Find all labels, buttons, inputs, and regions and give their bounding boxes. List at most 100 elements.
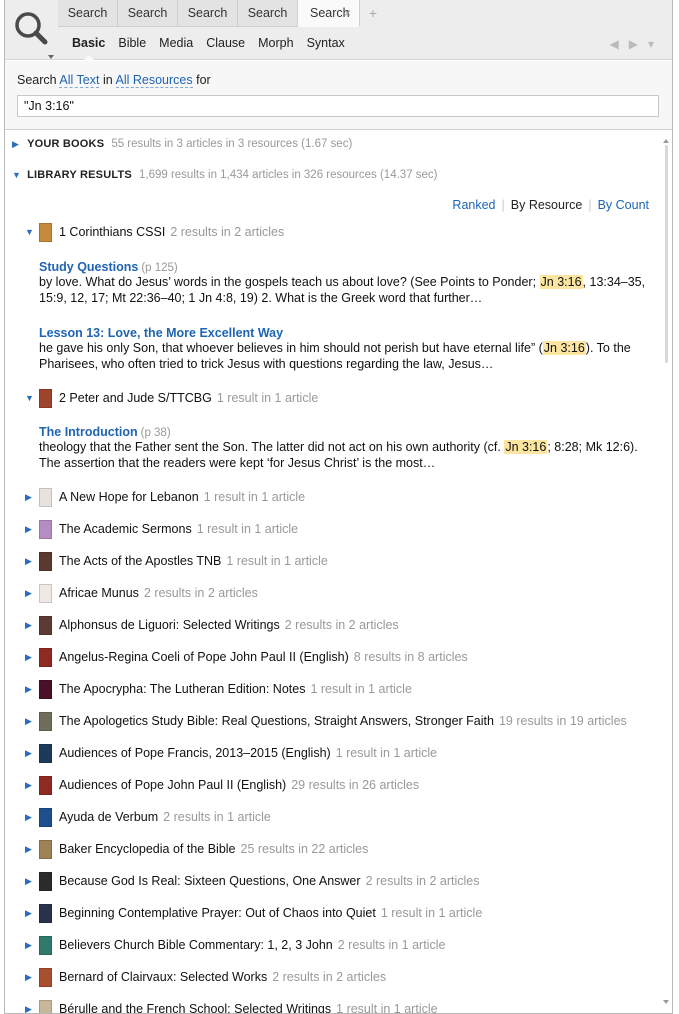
tab-search-1[interactable]: Search [58,0,118,27]
resource-title[interactable]: Believers Church Bible Commentary: 1, 2,… [59,938,333,952]
collapse-arrow-icon[interactable]: ▼ [25,393,39,403]
expand-arrow-icon[interactable]: ▶ [25,812,39,823]
expand-arrow-icon[interactable]: ▶ [25,844,39,855]
resource-row[interactable]: ▶ Alphonsus de Liguori: Selected Writings… [25,614,399,636]
resource-row[interactable]: ▶ Baker Encyclopedia of the Bible 25 resul… [25,838,368,860]
snippet: by love. What do Jesus’ words in the gos… [39,275,651,306]
resource-title[interactable]: The Academic Sermons [59,522,192,536]
chevron-down-icon[interactable]: ▾ [648,37,654,51]
vertical-scrollbar[interactable] [661,131,672,1013]
text-scope-dropdown[interactable]: All Text [59,73,100,88]
search-hit-highlight[interactable]: Jn 3:16 [539,275,583,289]
page-ref: (p 125) [141,262,178,274]
collapse-arrow-icon[interactable]: ▼ [12,170,24,180]
expand-arrow-icon[interactable]: ▶ [25,1004,39,1014]
sort-by-resource[interactable]: By Resource [511,198,583,212]
expand-arrow-icon[interactable]: ▶ [25,716,39,727]
resource-title[interactable]: Audiences of Pope John Paul II (English) [59,778,286,792]
resource-row[interactable]: ▶ Ayuda de Verbum 2 results in 1 article [25,806,271,828]
resource-row[interactable]: ▼ 2 Peter and Jude S/TTCBG 1 result in 1… [25,387,318,409]
expand-arrow-icon[interactable]: ▶ [25,684,39,695]
expand-arrow-icon[interactable]: ▶ [25,588,39,599]
search-hit-highlight[interactable]: Jn 3:16 [504,440,548,454]
expand-arrow-icon[interactable]: ▶ [25,620,39,631]
search-type-basic[interactable]: Basic [72,36,105,60]
tab-search-2[interactable]: Search [118,0,178,27]
resource-row[interactable]: ▶ Bernard of Clairvaux: Selected Works 2 r… [25,966,386,988]
article-title-link[interactable]: Lesson 13: Love, the More Excellent Way [39,326,283,340]
new-tab-button[interactable]: + [360,0,386,27]
article-title-link[interactable]: Study Questions [39,260,138,274]
search-input[interactable]: "Jn 3:16" [17,95,659,117]
back-arrow-icon[interactable]: ◀ [610,37,619,51]
tab-search-4[interactable]: Search [238,0,298,27]
article-title-link[interactable]: The Introduction [39,425,138,439]
resource-title[interactable]: Ayuda de Verbum [59,810,158,824]
resource-row[interactable]: ▶ Bérulle and the French School: Selected… [25,998,438,1014]
expand-arrow-icon[interactable]: ▶ [25,940,39,951]
expand-arrow-icon[interactable]: ▶ [25,556,39,567]
tab-label: Search [127,6,168,20]
search-hit-highlight[interactable]: Jn 3:16 [542,341,586,355]
resource-title[interactable]: The Apocrypha: The Lutheran Edition: Not… [59,682,305,696]
resource-row[interactable]: ▶ Audiences of Pope Francis, 2013–2015 (E… [25,742,437,764]
search-type-morph[interactable]: Morph [258,36,293,50]
expand-arrow-icon[interactable]: ▶ [25,780,39,791]
sort-by-count[interactable]: By Count [598,198,649,212]
resource-title[interactable]: 2 Peter and Jude S/TTCBG [59,391,212,405]
scroll-down-icon[interactable] [663,1000,669,1004]
expand-arrow-icon[interactable]: ▶ [12,139,24,150]
search-menu-button[interactable] [9,6,55,60]
expand-arrow-icon[interactable]: ▶ [25,652,39,663]
resource-scope-dropdown[interactable]: All Resources [115,73,193,88]
resource-title[interactable]: Angelus-Regina Coeli of Pope John Paul I… [59,650,349,664]
tab-search-3[interactable]: Search [178,0,238,27]
search-type-media[interactable]: Media [159,36,193,50]
expand-arrow-icon[interactable]: ▶ [25,908,39,919]
resource-row[interactable]: ▶ Beginning Contemplative Prayer: Out of … [25,902,482,924]
your-books-section[interactable]: ▶ YOUR BOOKS 55 results in 3 articles in… [12,138,352,150]
resource-title[interactable]: Africae Munus [59,586,139,600]
resource-row[interactable]: ▶ The Acts of the Apostles TNB 1 result in… [25,550,328,572]
resource-row[interactable]: ▶ Audiences of Pope John Paul II (English… [25,774,419,796]
resource-title[interactable]: Because God Is Real: Sixteen Questions, … [59,874,361,888]
resource-meta: 2 results in 2 articles [272,970,387,984]
forward-arrow-icon[interactable]: ▶ [629,37,638,51]
scroll-up-icon[interactable] [663,139,669,143]
resource-title[interactable]: 1 Corinthians CSSI [59,225,165,239]
close-tab-icon[interactable]: × [344,0,351,27]
resource-title[interactable]: Baker Encyclopedia of the Bible [59,842,236,856]
resource-row[interactable]: ▶ A New Hope for Lebanon 1 result in 1 art… [25,486,305,508]
expand-arrow-icon[interactable]: ▶ [25,876,39,887]
expand-arrow-icon[interactable]: ▶ [25,492,39,503]
expand-arrow-icon[interactable]: ▶ [25,524,39,535]
scrollbar-thumb[interactable] [665,145,668,363]
resource-row[interactable]: ▶ Angelus-Regina Coeli of Pope John Paul … [25,646,468,668]
resource-title[interactable]: A New Hope for Lebanon [59,490,199,504]
sort-ranked[interactable]: Ranked [452,198,495,212]
resource-row[interactable]: ▶ Believers Church Bible Commentary: 1, 2… [25,934,445,956]
collapse-arrow-icon[interactable]: ▼ [25,227,39,237]
resource-title[interactable]: Audiences of Pope Francis, 2013–2015 (En… [59,746,331,760]
resource-row[interactable]: ▼ 1 Corinthians CSSI 2 results in 2 arti… [25,221,284,243]
resource-row[interactable]: ▶ Because God Is Real: Sixteen Questions,… [25,870,480,892]
expand-arrow-icon[interactable]: ▶ [25,972,39,983]
book-cover [39,388,52,408]
search-type-syntax[interactable]: Syntax [307,36,345,50]
book-cover [39,775,52,795]
resource-row[interactable]: ▶ The Apologetics Study Bible: Real Quest… [25,710,627,732]
resource-row[interactable]: ▶ Africae Munus 2 results in 2 articles [25,582,258,604]
resource-row[interactable]: ▶ The Apocrypha: The Lutheran Edition: No… [25,678,412,700]
library-results-section[interactable]: ▼ LIBRARY RESULTS 1,699 results in 1,434… [12,169,438,181]
resource-title[interactable]: The Apologetics Study Bible: Real Questi… [59,714,494,728]
resource-title[interactable]: The Acts of the Apostles TNB [59,554,221,568]
tab-search-active[interactable]: Search × [298,0,360,27]
resource-title[interactable]: Bérulle and the French School: Selected … [59,1002,331,1013]
expand-arrow-icon[interactable]: ▶ [25,748,39,759]
resource-row[interactable]: ▶ The Academic Sermons 1 result in 1 artic… [25,518,298,540]
resource-title[interactable]: Beginning Contemplative Prayer: Out of C… [59,906,376,920]
search-type-bible[interactable]: Bible [118,36,146,50]
resource-title[interactable]: Alphonsus de Liguori: Selected Writings [59,618,280,632]
resource-title[interactable]: Bernard of Clairvaux: Selected Works [59,970,267,984]
search-type-clause[interactable]: Clause [206,36,245,50]
